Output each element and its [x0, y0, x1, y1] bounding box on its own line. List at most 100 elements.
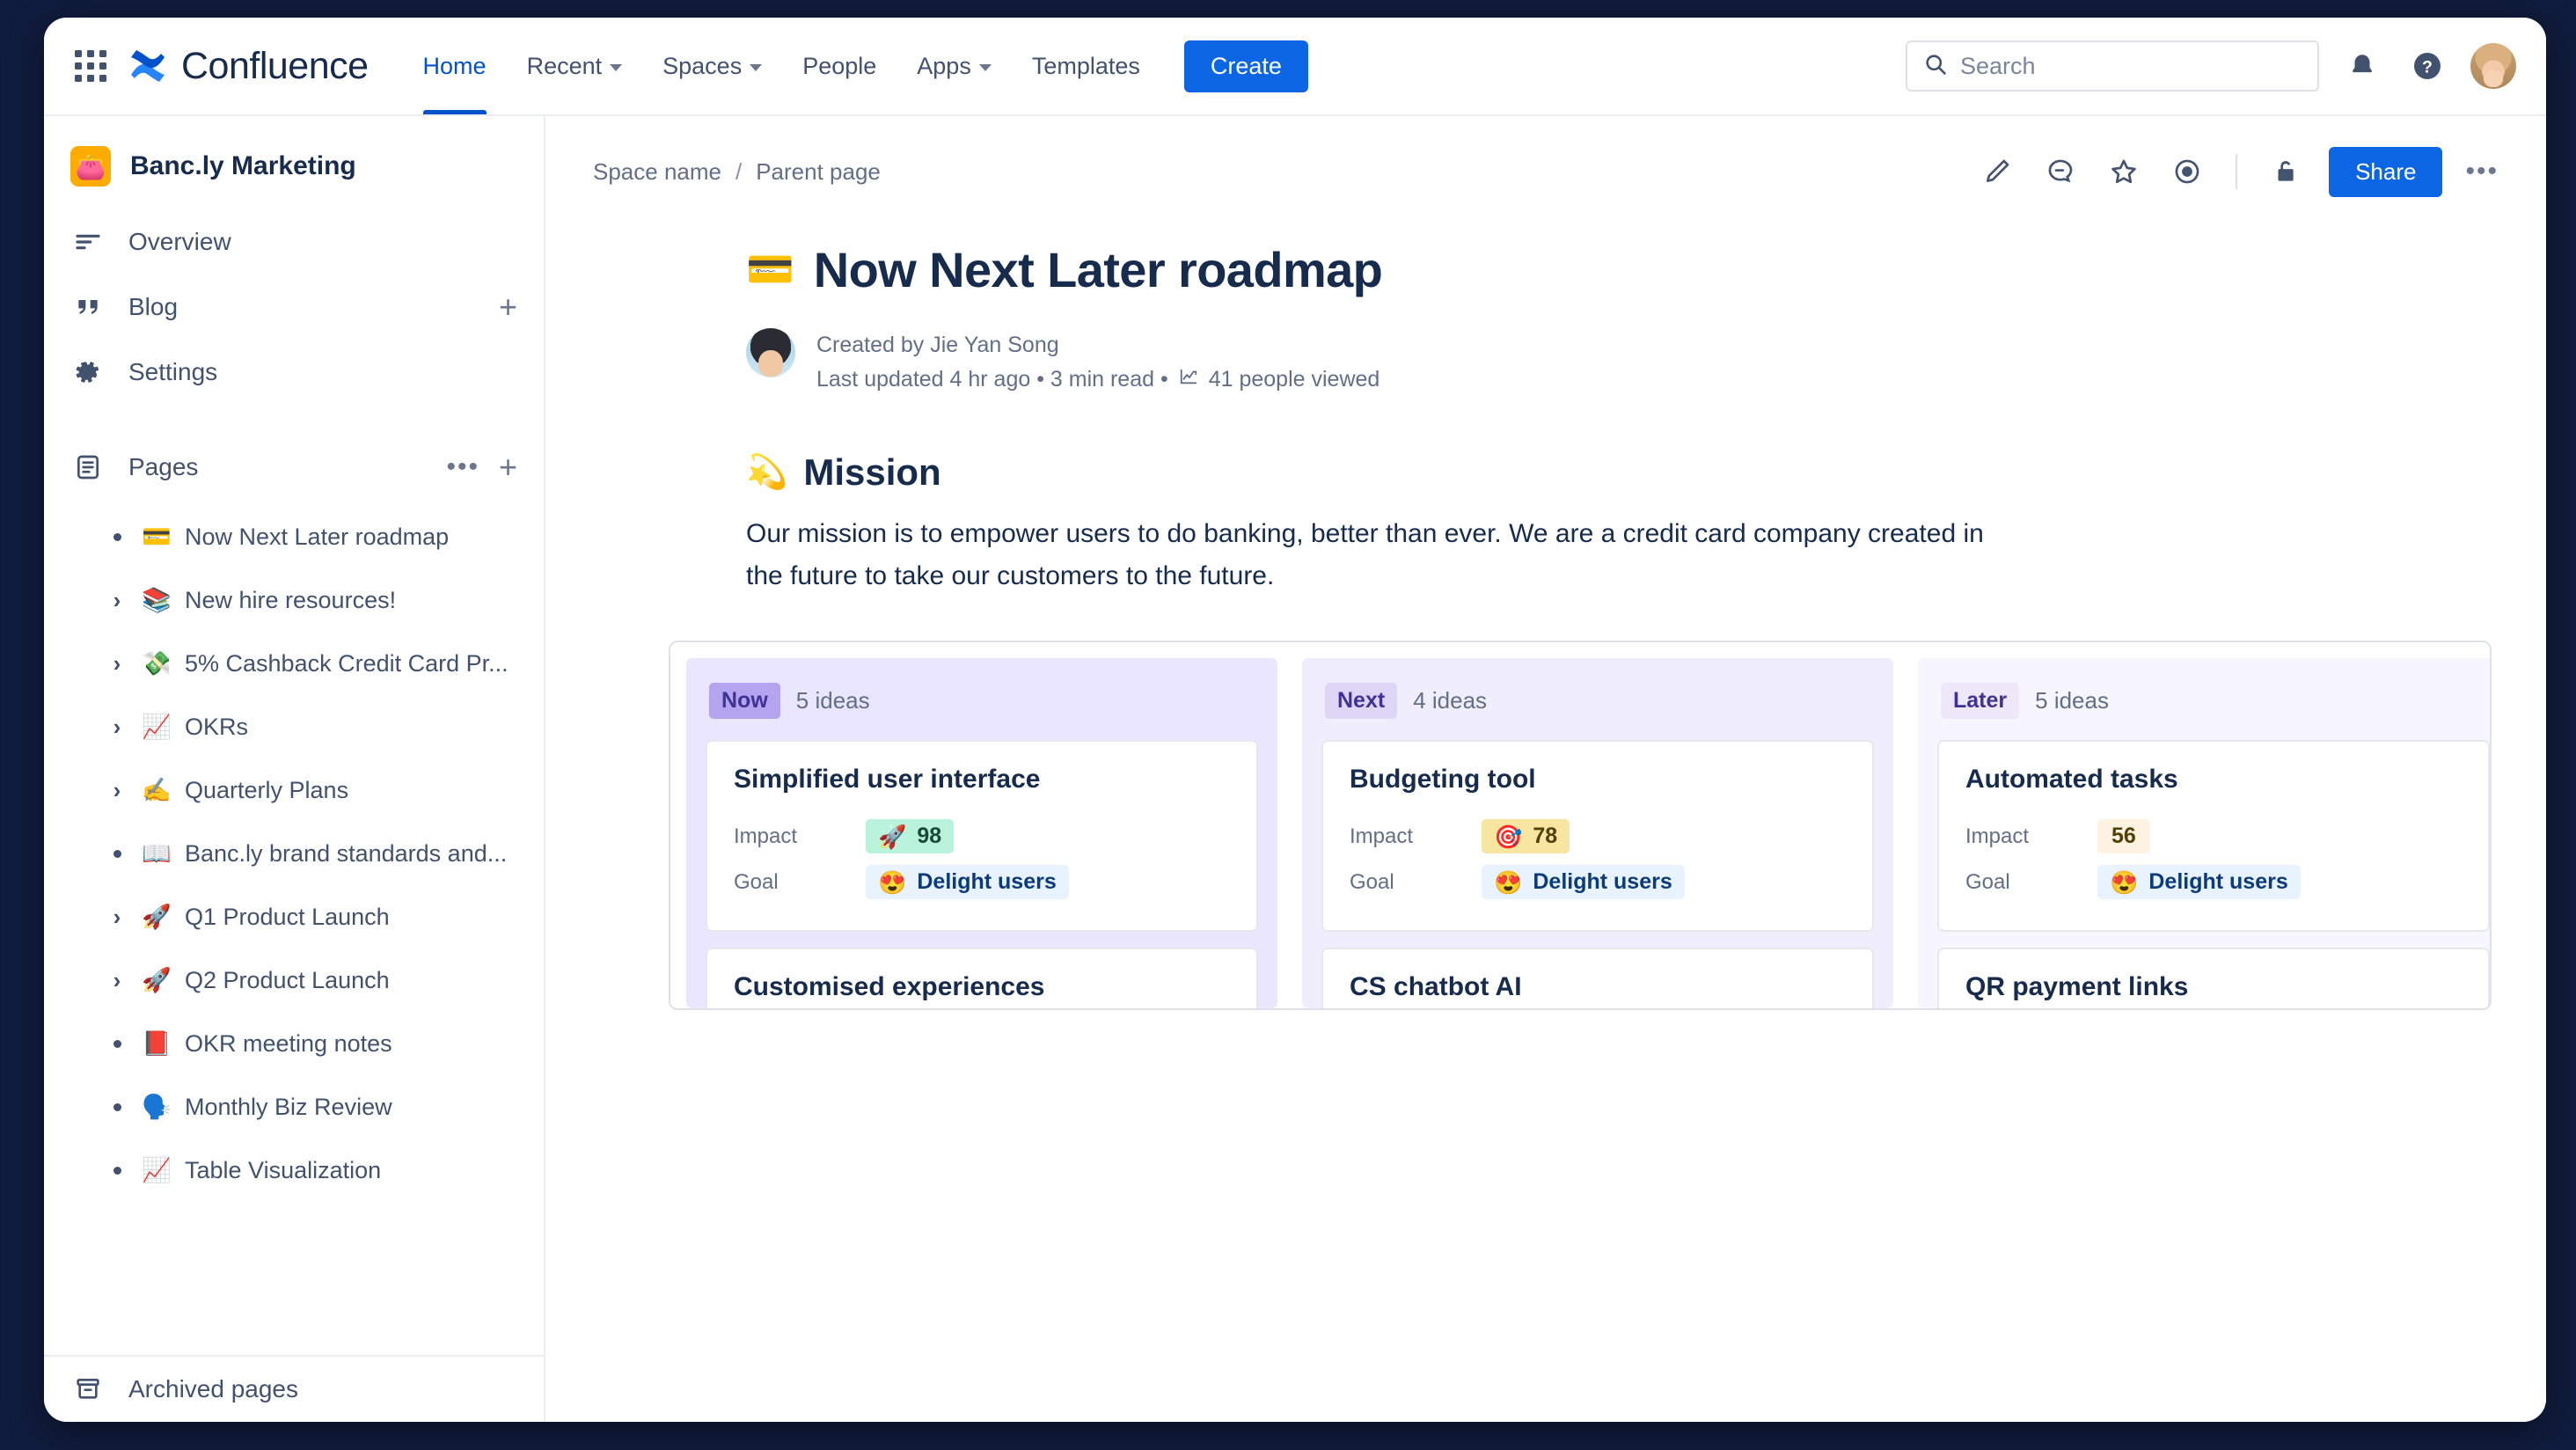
column-idea-count: 5 ideas — [2035, 686, 2109, 714]
sidebar-item-label: Blog — [128, 293, 179, 320]
pages-more-icon[interactable]: ••• — [446, 454, 479, 480]
page-tree-item[interactable]: › ✍️ Quarterly Plans — [44, 758, 544, 822]
idea-card[interactable]: Simplified user interface Impact 🚀 98 Go… — [706, 739, 1258, 932]
goal-emoji-icon: 😍 — [2110, 868, 2139, 896]
app-switcher-icon[interactable] — [67, 42, 114, 90]
impact-value: 98 — [917, 824, 942, 849]
nav-label: Spaces — [662, 52, 743, 79]
breadcrumb-space[interactable]: Space name — [593, 158, 721, 186]
nav-item-apps[interactable]: Apps — [899, 18, 1009, 114]
page-tree-label: Monthly Biz Review — [185, 1093, 392, 1120]
sidebar-blog-actions: + — [499, 291, 517, 323]
mission-emoji-icon: 💫 — [746, 453, 788, 491]
column-idea-count: 4 ideas — [1413, 686, 1488, 714]
page-tree-item[interactable]: 📈 Table Visualization — [44, 1139, 544, 1202]
chevron-right-icon[interactable]: › — [97, 589, 137, 611]
sidebar-item-blog[interactable]: Blog + — [44, 275, 544, 340]
breadcrumb-parent[interactable]: Parent page — [756, 158, 881, 186]
idea-card[interactable]: Customised experiences Impact 🚀 97 — [706, 947, 1258, 1008]
column-cards: Budgeting tool Impact 🎯 78 Goal 😍 Deligh… — [1302, 739, 1893, 1008]
page-action-buttons: Share ••• — [1977, 146, 2499, 197]
page-tree-item[interactable]: › 💸 5% Cashback Credit Card Pr... — [44, 632, 544, 695]
page-tree-item[interactable]: › 📚 New hire resources! — [44, 568, 544, 632]
goal-chip[interactable]: 😍 Delight users — [2097, 865, 2301, 900]
page-tree-item[interactable]: 💳 Now Next Later roadmap — [44, 505, 544, 568]
edit-pencil-icon[interactable] — [1977, 151, 2017, 192]
space-header[interactable]: 👛 Banc.ly Marketing — [44, 116, 544, 209]
impact-value: 56 — [2111, 824, 2136, 849]
notifications-icon[interactable] — [2340, 44, 2384, 88]
star-icon[interactable] — [2104, 151, 2144, 192]
space-name: Banc.ly Marketing — [130, 151, 356, 180]
page-emoji-icon: 📈 — [142, 714, 172, 740]
comment-icon[interactable] — [2040, 151, 2081, 192]
goal-emoji-icon: 😍 — [878, 868, 907, 896]
nav-item-spaces[interactable]: Spaces — [645, 18, 779, 114]
confluence-logo-link[interactable]: Confluence — [128, 45, 369, 88]
idea-card[interactable]: QR payment links Impact 55 Goal — [1937, 947, 2490, 1008]
watch-eye-icon[interactable] — [2167, 151, 2207, 192]
nav-item-people[interactable]: People — [785, 18, 894, 114]
column-status-pill[interactable]: Now — [709, 682, 780, 719]
page-tree-label: New hire resources! — [185, 586, 397, 613]
column-status-pill[interactable]: Later — [1941, 682, 2020, 719]
sidebar-item-settings[interactable]: Settings — [44, 340, 544, 405]
nav-item-home[interactable]: Home — [406, 18, 504, 114]
goal-chip[interactable]: 😍 Delight users — [1482, 865, 1685, 900]
page-tree-label: Banc.ly brand standards and... — [185, 839, 508, 867]
chevron-right-icon[interactable]: › — [97, 969, 137, 992]
chevron-right-icon[interactable]: › — [97, 652, 137, 675]
nav-item-recent[interactable]: Recent — [509, 18, 640, 114]
sidebar-item-label: Settings — [128, 358, 218, 385]
brand-name: Confluence — [181, 44, 369, 87]
chevron-right-icon[interactable]: › — [97, 715, 137, 738]
page-tree-item[interactable]: 🗣️ Monthly Biz Review — [44, 1075, 544, 1139]
chevron-right-icon[interactable]: › — [97, 905, 137, 928]
create-button[interactable]: Create — [1183, 40, 1308, 92]
idea-title: Budgeting tool — [1350, 764, 1536, 794]
created-by-text: Created by Jie Yan Song — [816, 333, 1059, 357]
idea-impact-row: Impact 🎯 78 — [1350, 814, 1846, 860]
help-icon[interactable]: ? — [2405, 44, 2449, 88]
page-tree-label: Q1 Product Launch — [185, 903, 390, 930]
chevron-down-icon — [978, 64, 992, 71]
page-tree-label: Q2 Product Launch — [185, 966, 390, 993]
column-cards: Simplified user interface Impact 🚀 98 Go… — [686, 739, 1277, 1008]
goal-chip[interactable]: 😍 Delight users — [866, 865, 1069, 900]
goal-label: Goal — [1350, 869, 1394, 894]
board-column-later: Later 5 ideas Automated tasks Impact 56 — [1918, 657, 2490, 1008]
page-tree-label: 5% Cashback Credit Card Pr... — [185, 649, 509, 677]
sidebar-item-overview[interactable]: Overview — [44, 209, 544, 275]
share-button[interactable]: Share — [2329, 146, 2443, 197]
page-more-actions-icon[interactable]: ••• — [2465, 158, 2499, 185]
idea-card[interactable]: Automated tasks Impact 56 Goal 😍 Delight… — [1937, 739, 2490, 932]
column-idea-count: 5 ideas — [795, 686, 870, 714]
user-avatar[interactable] — [2470, 43, 2516, 89]
page-content-area: Space name / Parent page Share ••• 💳 Now… — [545, 114, 2546, 1422]
page-emoji-icon: 💸 — [142, 650, 172, 677]
idea-card[interactable]: Budgeting tool Impact 🎯 78 Goal 😍 Deligh… — [1321, 739, 1874, 932]
author-avatar[interactable] — [746, 328, 795, 377]
sidebar-item-label: Archived pages — [128, 1375, 299, 1402]
page-tree-item[interactable]: › 📈 OKRs — [44, 695, 544, 758]
page-tree-item[interactable]: › 🚀 Q2 Product Launch — [44, 948, 544, 1012]
add-blog-icon[interactable]: + — [499, 291, 517, 323]
search-box[interactable] — [1906, 40, 2319, 92]
page-document: 💳 Now Next Later roadmap Created by Jie … — [545, 201, 2546, 1010]
search-input[interactable] — [1960, 52, 2302, 80]
sidebar-item-archived-pages[interactable]: Archived pages — [44, 1357, 544, 1422]
global-navigation-bar: Confluence Home Recent Spaces People App… — [44, 18, 2546, 114]
page-tree-item[interactable]: 📕 OKR meeting notes — [44, 1012, 544, 1075]
goal-emoji-icon: 😍 — [1494, 868, 1523, 896]
unlock-icon[interactable] — [2265, 151, 2306, 192]
nav-item-templates[interactable]: Templates — [1014, 18, 1158, 114]
page-tree-item[interactable]: 📖 Banc.ly brand standards and... — [44, 822, 544, 885]
idea-card[interactable]: CS chatbot AI Impact 🎯 76 Goal — [1321, 947, 1874, 1008]
chevron-right-icon[interactable]: › — [97, 779, 137, 802]
page-tree-item[interactable]: › 🚀 Q1 Product Launch — [44, 885, 544, 948]
impact-label: Impact — [1965, 824, 2030, 848]
column-status-pill[interactable]: Next — [1325, 682, 1398, 719]
sidebar-section-pages[interactable]: Pages ••• + — [44, 435, 544, 500]
page-title-emoji-icon[interactable]: 💳 — [746, 250, 794, 289]
add-page-icon[interactable]: + — [499, 451, 517, 483]
